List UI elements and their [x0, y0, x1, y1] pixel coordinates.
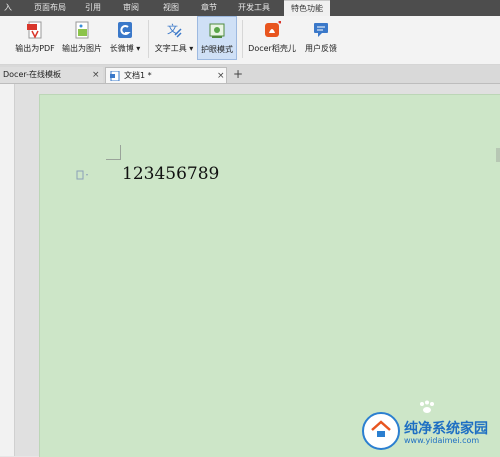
user-feedback-button[interactable]: 用户反馈 — [300, 16, 342, 60]
house-icon — [371, 420, 391, 437]
docer-shell-button[interactable]: Docer稻壳儿 — [246, 16, 298, 60]
menu-tab-sections[interactable]: 章节 — [194, 0, 224, 16]
eye-protection-icon — [209, 23, 225, 38]
paw-icon — [420, 400, 434, 413]
tab-docer-templates-label: Docer-在线模板 — [3, 70, 62, 79]
long-weibo-label: 长微博 ▾ — [109, 44, 141, 53]
eye-protection-button[interactable]: 护眼模式 — [197, 16, 237, 60]
ribbon: 输出为PDF 输出为图片 长微博 ▾ 文 文字工具 ▾ 护眼模式 Docer稻壳… — [0, 16, 500, 65]
menu-tab-developer[interactable]: 开发工具 — [232, 0, 276, 16]
menu-tab-view[interactable]: 视图 — [156, 0, 186, 16]
long-weibo-button[interactable]: 长微博 ▾ — [108, 16, 142, 60]
ribbon-separator — [148, 20, 149, 58]
menu-tab-references[interactable]: 引用 — [80, 0, 106, 16]
export-pdf-button[interactable]: 输出为PDF — [12, 16, 58, 60]
ribbon-separator — [242, 20, 243, 58]
feedback-icon — [314, 23, 328, 37]
menu-tab-insert[interactable]: 入 — [0, 0, 16, 16]
margin-corner-mark — [106, 145, 121, 160]
close-icon[interactable]: × — [217, 68, 225, 84]
menu-tab-review[interactable]: 审阅 — [116, 0, 146, 16]
export-image-button[interactable]: 输出为图片 — [60, 16, 104, 60]
close-icon[interactable]: × — [92, 67, 100, 83]
tab-document-1-label: 文档1 * — [124, 71, 152, 80]
menu-bar: 入 页面布局 引用 审阅 视图 章节 开发工具 特色功能 — [0, 0, 500, 17]
pdf-icon — [27, 21, 42, 39]
ribbon-partial-button[interactable] — [0, 16, 10, 60]
watermark-url: www.yidaimei.com — [404, 436, 480, 445]
menu-tab-special-features[interactable]: 特色功能 — [284, 0, 330, 17]
new-tab-button[interactable]: + — [231, 65, 245, 83]
paragraph-options-icon[interactable] — [76, 170, 90, 180]
image-export-icon — [75, 21, 89, 39]
tab-document-1[interactable]: 文档1 * × — [105, 67, 227, 83]
export-image-label: 输出为图片 — [62, 44, 102, 53]
export-pdf-label: 输出为PDF — [15, 44, 55, 53]
document-icon — [110, 71, 120, 81]
tab-docer-templates[interactable]: Docer-在线模板 × — [0, 67, 103, 83]
watermark-title: 纯净系统家园 — [404, 421, 488, 437]
menu-tab-page-layout[interactable]: 页面布局 — [28, 0, 72, 16]
long-weibo-icon — [118, 22, 132, 38]
eye-protection-label: 护眼模式 — [201, 45, 233, 54]
scrollbar-handle[interactable] — [496, 148, 500, 162]
text-tools-button[interactable]: 文 文字工具 ▾ — [153, 16, 195, 60]
document-tab-strip: Docer-在线模板 × 文档1 * × — [0, 65, 500, 84]
user-feedback-label: 用户反馈 — [305, 44, 337, 53]
docer-icon — [265, 21, 281, 37]
watermark-logo — [362, 412, 400, 450]
docer-shell-label: Docer稻壳儿 — [248, 44, 296, 53]
document-text[interactable]: 123456789 — [122, 164, 219, 184]
text-tools-icon: 文 — [167, 22, 182, 38]
left-panel — [0, 84, 15, 456]
text-tools-label: 文字工具 ▾ — [154, 44, 194, 53]
